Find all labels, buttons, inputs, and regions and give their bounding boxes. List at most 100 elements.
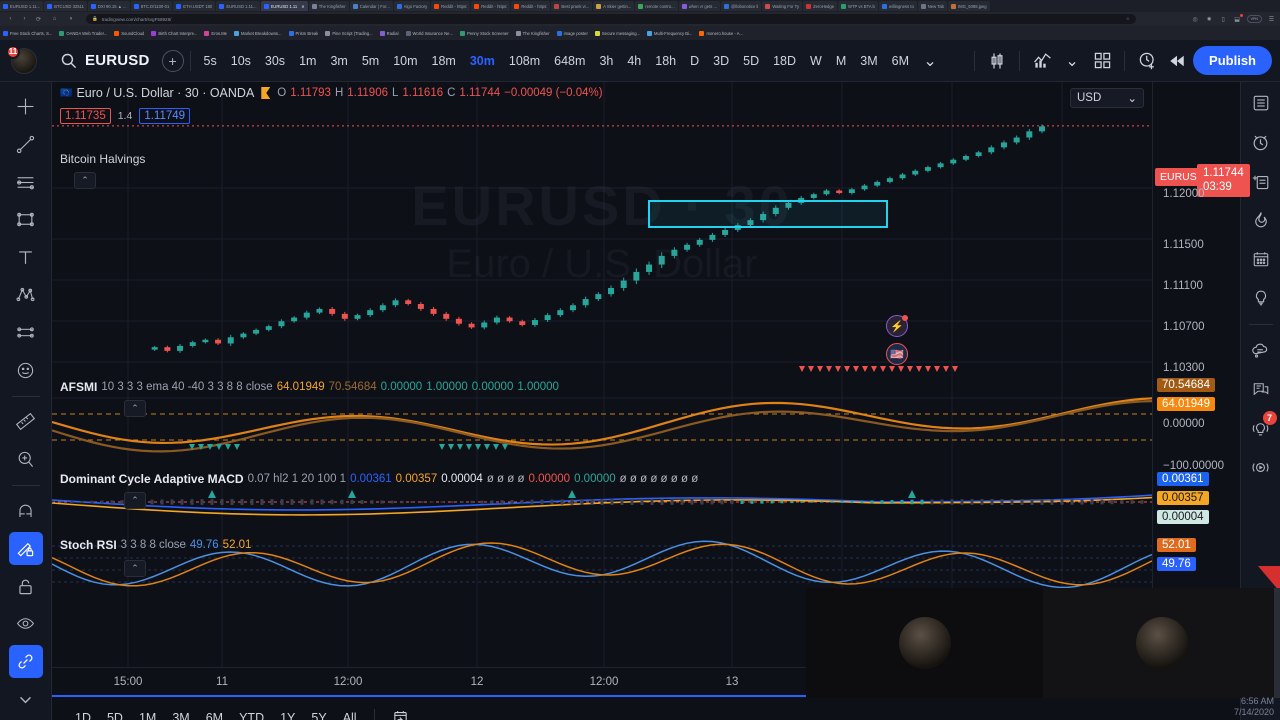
- range-5D[interactable]: 5D: [100, 707, 130, 720]
- economic-event-marker-us[interactable]: 🇺🇸: [886, 343, 908, 365]
- pattern-tool[interactable]: [9, 278, 43, 312]
- hotlist-flame-icon[interactable]: [1246, 205, 1276, 235]
- range-1M[interactable]: 1M: [132, 707, 163, 720]
- legend-stoch-rsi[interactable]: Stoch RSI 3 3 8 8 close 49.76 52.01: [60, 538, 251, 552]
- chart-type-candles-icon[interactable]: [983, 47, 1011, 75]
- chat-cloud-icon[interactable]: [1246, 335, 1276, 365]
- timeframe-18D[interactable]: 18D: [766, 49, 803, 73]
- toolbar-collapse-icon[interactable]: [9, 682, 43, 716]
- text-tool[interactable]: [9, 241, 43, 275]
- drawing-mode-lock-tool[interactable]: [8, 531, 43, 566]
- user-avatar[interactable]: 11: [0, 40, 48, 82]
- timeframe-648m[interactable]: 648m: [547, 49, 592, 73]
- browser-tab[interactable]: IMG_6088.jpeg: [948, 1, 990, 11]
- indicators-icon[interactable]: [1028, 47, 1056, 75]
- close-icon[interactable]: ✕: [301, 4, 305, 9]
- watchlist-icon[interactable]: [1246, 88, 1276, 118]
- timeframe-3m[interactable]: 3m: [323, 49, 354, 73]
- price-scale[interactable]: EURUSD 1.11744 03:39 1.12000 1.11500 1.111…: [1152, 82, 1250, 667]
- browser-tab[interactable]: Waiting For Ty: [762, 1, 803, 11]
- timeframe-108m[interactable]: 108m: [502, 49, 547, 73]
- shield-icon[interactable]: ◑: [66, 15, 75, 24]
- browser-tab[interactable]: remote contro...: [635, 1, 678, 11]
- browser-tab[interactable]: BTC.D/1100-01: [130, 1, 173, 11]
- sync-drawings-tool[interactable]: [8, 644, 43, 679]
- browser-tab[interactable]: Calendar | For...: [349, 1, 393, 11]
- browser-tab[interactable]: WTP vs BTA b: [838, 1, 878, 11]
- back-icon[interactable]: ‹: [6, 15, 15, 24]
- timeframe-18h[interactable]: 18h: [648, 49, 683, 73]
- consolidation-rectangle-drawing[interactable]: [648, 200, 888, 228]
- range-6M[interactable]: 6M: [199, 707, 230, 720]
- browser-tab[interactable]: DXI 90.15 ▲ ...: [87, 1, 130, 11]
- news-event-marker[interactable]: ⚡: [886, 315, 908, 337]
- sidebar-icon[interactable]: ▯: [1219, 15, 1228, 24]
- range-5Y[interactable]: 5Y: [304, 707, 333, 720]
- browser-tab[interactable]: Reddit - https:: [471, 1, 511, 11]
- browser-tab[interactable]: Best prank vi...: [551, 1, 593, 11]
- timeframe-10s[interactable]: 10s: [224, 49, 258, 73]
- bookmark-item[interactable]: Eros.Me: [204, 30, 227, 36]
- browser-tab[interactable]: New Tab: [917, 1, 947, 11]
- timeframe-3h[interactable]: 3h: [592, 49, 620, 73]
- bookmark-item[interactable]: OANDA Web Trader...: [59, 30, 107, 36]
- notes-add-icon[interactable]: [1246, 166, 1276, 196]
- range-YTD[interactable]: YTD: [232, 707, 271, 720]
- range-1D[interactable]: 1D: [68, 707, 98, 720]
- range-3M[interactable]: 3M: [165, 707, 196, 720]
- browser-tab[interactable]: Reddit - https:: [431, 1, 471, 11]
- ideas-bulb-icon[interactable]: [1246, 283, 1276, 313]
- bookmark-item[interactable]: Penny Stock Screener: [459, 30, 509, 36]
- bookmark-item[interactable]: Birth Chart Interpre...: [151, 30, 197, 36]
- hide-drawings-tool[interactable]: [9, 607, 43, 641]
- vpn-chip[interactable]: VPN: [1246, 15, 1262, 23]
- lock-drawings-tool[interactable]: [9, 569, 43, 603]
- bookmark-item[interactable]: Multi-Frequency Bi...: [647, 30, 692, 36]
- bookmark-item[interactable]: World Insurance Ne...: [405, 30, 453, 36]
- measure-ruler-tool[interactable]: [9, 405, 43, 439]
- timeframe-5s[interactable]: 5s: [197, 49, 224, 73]
- magnet-tool[interactable]: [9, 494, 43, 528]
- home-icon[interactable]: ⌂: [50, 15, 59, 24]
- layouts-grid-icon[interactable]: [1088, 47, 1116, 75]
- timeframe-1m[interactable]: 1m: [292, 49, 323, 73]
- ask-price[interactable]: 1.11749: [139, 108, 191, 124]
- forward-icon[interactable]: ›: [20, 15, 29, 24]
- browser-tab[interactable]: EURUSD 1.11...: [0, 1, 44, 11]
- timeframe-5m[interactable]: 5m: [355, 49, 386, 73]
- browser-tab[interactable]: Algo Factory: [393, 1, 431, 11]
- add-symbol-button[interactable]: +: [161, 49, 184, 72]
- bookmark-item[interactable]: Market Breakdowns...: [234, 30, 282, 36]
- bookmark-item[interactable]: SoundCloud: [114, 30, 144, 36]
- browser-tab[interactable]: ETH.USDT 180: [173, 1, 216, 11]
- bookmark-item[interactable]: Radial: [379, 30, 399, 36]
- browser-tab[interactable]: A Skier gettin...: [593, 1, 635, 11]
- browser-tab[interactable]: Reddit - https:: [511, 1, 551, 11]
- pane-collapse-button-stoch[interactable]: ⌃: [124, 560, 146, 577]
- timeframe-30m[interactable]: 30m: [463, 49, 502, 73]
- timeframe-5D[interactable]: 5D: [736, 49, 766, 73]
- zoom-in-tool[interactable]: [9, 443, 43, 477]
- bookmark-item[interactable]: The Kingfisher: [515, 30, 550, 36]
- pane-collapse-button-main[interactable]: ⌃: [74, 172, 96, 189]
- alert-add-icon[interactable]: [1133, 47, 1161, 75]
- bookmark-item[interactable]: image poster: [556, 30, 588, 36]
- stream-broadcast-icon[interactable]: [1246, 452, 1276, 482]
- timeframe-18m[interactable]: 18m: [425, 49, 463, 73]
- browser-tab[interactable]: The Kingfisher: [308, 1, 349, 11]
- timeframe-10m[interactable]: 10m: [386, 49, 424, 73]
- drawing-label-bitcoin-halvings[interactable]: Bitcoin Halvings: [60, 152, 145, 166]
- publish-button[interactable]: Publish: [1193, 46, 1272, 75]
- pane-collapse-button-macd[interactable]: ⌃: [124, 492, 146, 509]
- cursor-crosshair-tool[interactable]: [9, 90, 43, 124]
- rectangle-tool[interactable]: [9, 203, 43, 237]
- prediction-tool[interactable]: [9, 316, 43, 350]
- calendar-goto-icon[interactable]: [385, 705, 416, 720]
- timeframe-D[interactable]: D: [683, 49, 706, 73]
- bookmark-item[interactable]: Free Stock Charts, S...: [3, 30, 52, 36]
- main-chart-legend[interactable]: 🇪🇺 Euro / U.S. Dollar · 30 · OANDA O 1.11…: [60, 86, 603, 100]
- range-1Y[interactable]: 1Y: [273, 707, 302, 720]
- bookmark-item[interactable]: Pine Script (Trading...: [325, 30, 373, 36]
- webcam-participant-right[interactable]: [1043, 588, 1280, 698]
- currency-select[interactable]: USD ⌄: [1070, 88, 1144, 108]
